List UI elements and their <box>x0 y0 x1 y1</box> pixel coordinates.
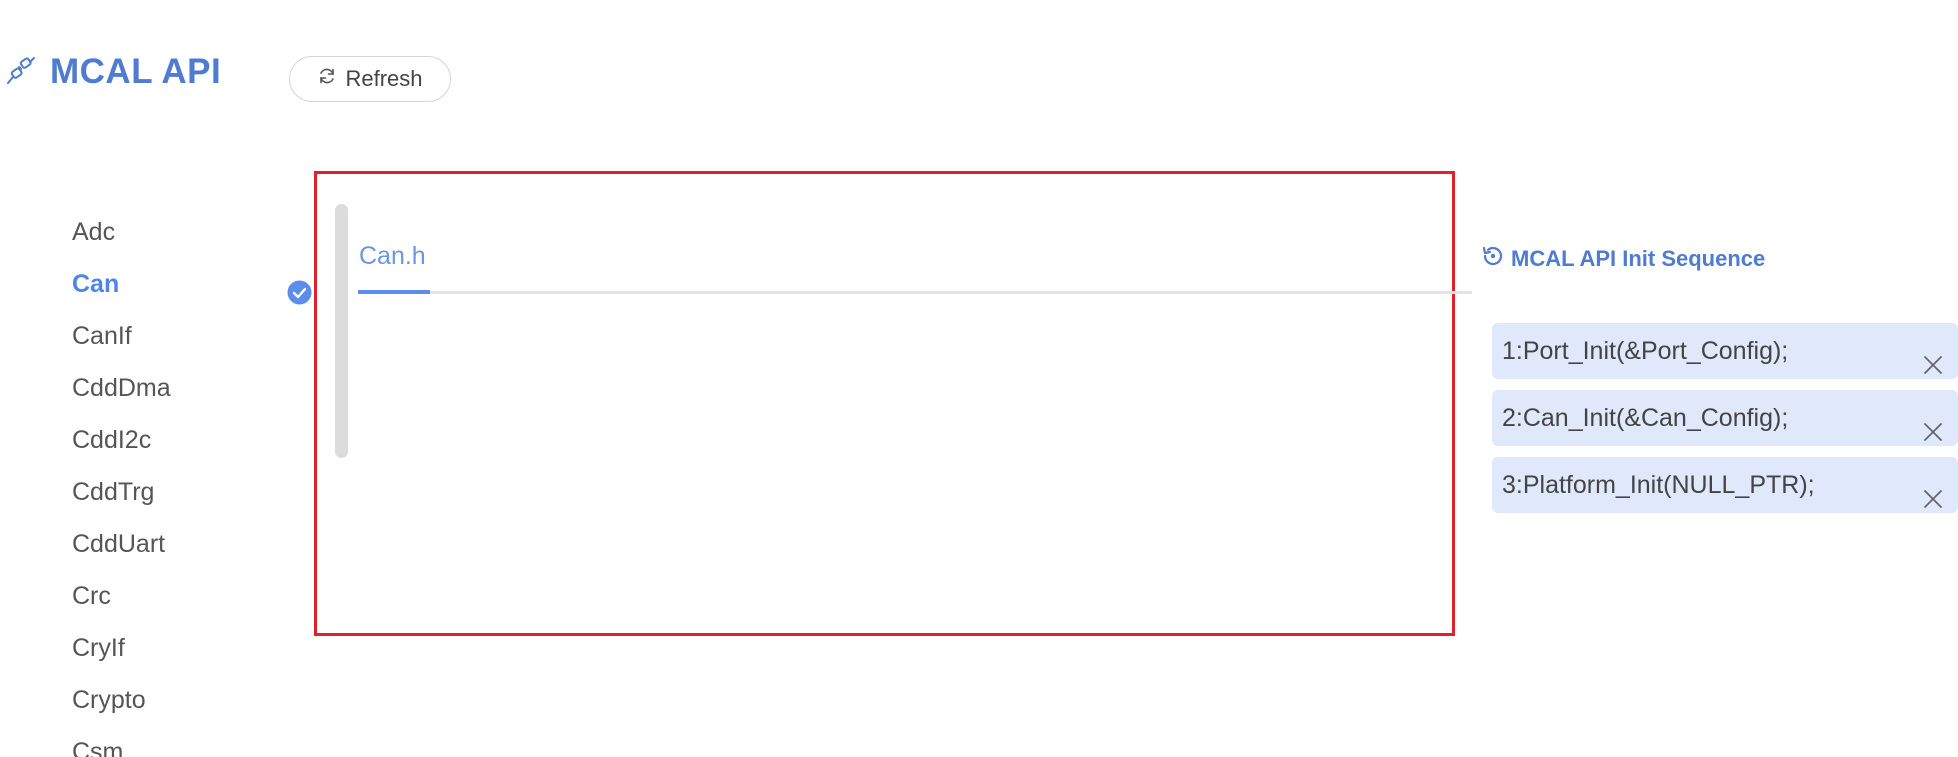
module-item-label: CryIf <box>72 634 125 662</box>
init-sequence-list: 1:Port_Init(&Port_Config); 2:Can_Init(&C… <box>1492 323 1958 524</box>
close-icon[interactable] <box>1922 474 1944 508</box>
close-icon[interactable] <box>1922 407 1944 441</box>
tab-divider <box>358 291 1472 294</box>
module-item-can[interactable]: Can <box>72 258 312 310</box>
module-item-crc[interactable]: Crc <box>72 570 312 622</box>
file-tab-bar: Can.h <box>358 236 1472 294</box>
tab-active-indicator <box>358 290 430 294</box>
init-sequence-item-label: 3:Platform_Init(NULL_PTR); <box>1502 471 1815 499</box>
init-sequence-item-label: 1:Port_Init(&Port_Config); <box>1502 337 1789 365</box>
close-icon[interactable] <box>1922 340 1944 374</box>
tab-can-h[interactable]: Can.h <box>358 236 427 294</box>
check-circle-icon <box>287 271 312 305</box>
module-item-label: Crc <box>72 582 111 610</box>
module-item-canif[interactable]: CanIf <box>72 310 312 362</box>
app-root: MCAL API Refresh Adc Can CanIf CddDma Cd… <box>0 0 1958 757</box>
vertical-scrollbar[interactable] <box>335 204 348 458</box>
app-title: MCAL API <box>50 52 222 91</box>
init-sequence-item[interactable]: 3:Platform_Init(NULL_PTR); <box>1492 457 1958 513</box>
module-item-cryif[interactable]: CryIf <box>72 622 312 674</box>
module-item-cddtrg[interactable]: CddTrg <box>72 466 312 518</box>
module-item-label: Can <box>72 270 120 298</box>
history-icon <box>1481 244 1505 274</box>
module-item-label: Csm <box>72 738 124 757</box>
module-item-label: CddI2c <box>72 426 152 454</box>
module-item-label: CddTrg <box>72 478 155 506</box>
module-item-crypto[interactable]: Crypto <box>72 674 312 726</box>
init-sequence-title: MCAL API Init Sequence <box>1511 246 1766 271</box>
module-item-label: CddUart <box>72 530 166 558</box>
module-item-cdduart[interactable]: CddUart <box>72 518 312 570</box>
module-item-label: CddDma <box>72 374 171 402</box>
module-list: Adc Can CanIf CddDma CddI2c CddTrg CddUa… <box>72 206 312 757</box>
module-item-label: Crypto <box>72 686 146 714</box>
tab-label: Can.h <box>359 242 426 270</box>
plug-icon <box>6 56 36 86</box>
init-sequence-item[interactable]: 1:Port_Init(&Port_Config); <box>1492 323 1958 379</box>
module-item-csm[interactable]: Csm <box>72 726 312 757</box>
init-sequence-header: MCAL API Init Sequence <box>1481 244 1765 274</box>
refresh-icon <box>317 66 337 92</box>
init-sequence-item[interactable]: 2:Can_Init(&Can_Config); <box>1492 390 1958 446</box>
refresh-button-label: Refresh <box>345 66 423 91</box>
module-item-cdddma[interactable]: CddDma <box>72 362 312 414</box>
module-item-label: CanIf <box>72 322 132 350</box>
module-item-adc[interactable]: Adc <box>72 206 312 258</box>
module-item-cddi2c[interactable]: CddI2c <box>72 414 312 466</box>
init-sequence-item-label: 2:Can_Init(&Can_Config); <box>1502 404 1789 432</box>
module-item-label: Adc <box>72 218 116 246</box>
refresh-button[interactable]: Refresh <box>289 56 451 102</box>
